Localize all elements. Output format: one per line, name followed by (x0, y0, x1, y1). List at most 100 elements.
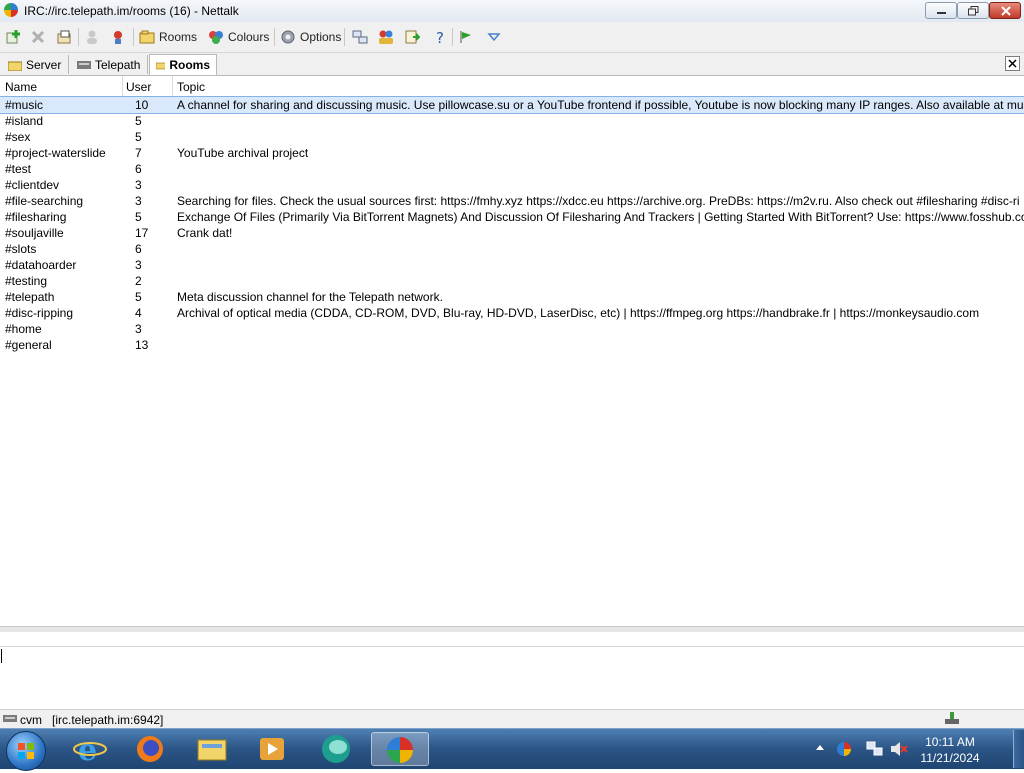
room-row[interactable]: #project-waterslide 7 YouTube archival pro… (0, 145, 1024, 161)
room-user-count: 6 (135, 162, 142, 176)
column-name-header[interactable]: Name (5, 80, 37, 94)
column-topic-header[interactable]: Topic (177, 80, 205, 94)
room-row[interactable]: #disc-ripping 4 Archival of optical media … (0, 305, 1024, 321)
room-name: #music (5, 98, 44, 112)
tab-telepath[interactable]: Telepath (71, 55, 148, 74)
server-folder-icon (8, 61, 22, 71)
user-info-button[interactable] (110, 26, 130, 48)
room-name: #island (5, 114, 44, 128)
disconnect-x-icon (31, 30, 45, 44)
room-row[interactable]: #sex 5 (0, 129, 1024, 145)
svg-text:?: ? (436, 29, 444, 45)
room-name: #datahoarder (5, 258, 77, 272)
room-row[interactable]: #music 10 A channel for sharing and discus… (0, 96, 1024, 114)
taskbar-media-player[interactable] (246, 732, 298, 766)
taskbar-firefox[interactable] (124, 732, 176, 766)
room-user-count: 5 (135, 290, 142, 304)
room-user-count: 2 (135, 274, 142, 288)
taskbar-internet-explorer[interactable]: e (64, 732, 116, 768)
users-list-button[interactable] (378, 26, 398, 48)
room-row[interactable]: #file-searching 3 Searching for files. Che… (0, 193, 1024, 209)
user-button[interactable] (84, 26, 104, 48)
tab-rooms[interactable]: Rooms (149, 54, 217, 75)
user-icon (87, 30, 97, 44)
room-row[interactable]: #souljaville 17 Crank dat! (0, 225, 1024, 241)
room-list[interactable]: Name User Topic #music 10 A channel for sh… (0, 76, 1024, 626)
room-name: #telepath (5, 290, 55, 304)
status-bar: cvm [irc.telepath.im:6942] (0, 709, 1024, 729)
rooms-icon (139, 30, 155, 44)
column-user-header[interactable]: User (126, 80, 151, 94)
room-user-count: 3 (135, 258, 142, 272)
message-input[interactable] (0, 647, 1024, 708)
restore-button[interactable] (957, 2, 989, 19)
tab-telepath-label: Telepath (95, 57, 141, 72)
room-row[interactable]: #island 5 (0, 113, 1024, 129)
show-hidden-icons-icon[interactable] (815, 743, 825, 753)
system-clock[interactable]: 10:11 AM 11/21/2024 (920, 734, 980, 766)
room-user-count: 5 (135, 130, 142, 144)
room-row[interactable]: #clientdev 3 (0, 177, 1024, 193)
transfer-button[interactable] (404, 26, 424, 48)
minimize-button[interactable] (925, 2, 957, 19)
connect-button[interactable] (5, 26, 25, 48)
flag-arrow-icon (460, 31, 471, 43)
rooms-label: Rooms (159, 30, 198, 44)
taskbar-explorer[interactable] (186, 732, 238, 766)
internet-explorer-icon: e (73, 733, 107, 768)
room-row[interactable]: #telepath 5 Meta discussion channel for th… (0, 289, 1024, 305)
network-server-icon (77, 60, 91, 69)
show-desktop-button[interactable] (1013, 730, 1024, 768)
nettalk-app-icon[interactable] (4, 3, 18, 17)
window-title: IRC://irc.telepath.im/rooms (16) - Netta… (24, 4, 239, 18)
room-name: #test (5, 162, 32, 176)
network-tray-icon[interactable] (866, 741, 884, 757)
network-button[interactable] (352, 26, 372, 48)
room-row[interactable]: #slots 6 (0, 241, 1024, 257)
disconnect-button[interactable] (30, 26, 50, 48)
network-activity-icon (945, 712, 959, 724)
properties-button[interactable] (56, 26, 76, 48)
room-topic: Searching for files. Check the usual sou… (177, 194, 1020, 208)
close-tab-button[interactable] (1005, 56, 1020, 71)
clock-date: 11/21/2024 (920, 751, 980, 765)
server-status-icon (3, 715, 17, 722)
rooms-button[interactable]: Rooms (139, 26, 197, 48)
room-name: #disc-ripping (5, 306, 74, 320)
go-button[interactable] (459, 26, 479, 48)
more-dropdown-button[interactable] (486, 26, 506, 48)
volume-muted-icon[interactable] (890, 741, 908, 757)
colours-button[interactable]: Colours (208, 26, 269, 48)
status-server: [irc.telepath.im:6942] (52, 713, 164, 727)
room-row[interactable]: #filesharing 5 Exchange Of Files (Primaril… (0, 209, 1024, 225)
colours-palette-icon (209, 31, 223, 44)
toolbar: Rooms Colours Options ? (0, 22, 1024, 53)
tab-rooms-label: Rooms (169, 58, 210, 72)
room-row[interactable]: #datahoarder 3 (0, 257, 1024, 273)
minimize-icon (937, 12, 946, 14)
room-name: #souljaville (5, 226, 64, 240)
room-row[interactable]: #testing 2 (0, 273, 1024, 289)
firefox-icon (137, 736, 163, 762)
room-row[interactable]: #general 13 (0, 337, 1024, 353)
tab-server[interactable]: Server (2, 55, 69, 74)
text-caret (1, 649, 2, 663)
close-window-button[interactable] (989, 2, 1021, 19)
taskbar-nettalk[interactable] (371, 732, 429, 766)
room-topic: Exchange Of Files (Primarily Via BitTorr… (177, 210, 1024, 224)
taskbar-chat-app[interactable] (310, 732, 362, 766)
help-button[interactable]: ? (432, 26, 452, 48)
start-button[interactable] (6, 731, 46, 771)
room-topic: YouTube archival project (177, 146, 309, 160)
network-icon (352, 30, 368, 44)
room-row[interactable]: #home 3 (0, 321, 1024, 337)
room-user-count: 3 (135, 178, 142, 192)
room-topic: Crank dat! (177, 226, 233, 240)
room-row[interactable]: #test 6 (0, 161, 1024, 177)
input-toolbar-strip (0, 632, 1024, 647)
room-user-count: 13 (135, 338, 149, 352)
options-button[interactable]: Options (280, 26, 341, 48)
room-name: #file-searching (5, 194, 84, 208)
tray-app-icon[interactable] (836, 741, 852, 757)
room-topic: Meta discussion channel for the Telepath… (177, 290, 443, 304)
